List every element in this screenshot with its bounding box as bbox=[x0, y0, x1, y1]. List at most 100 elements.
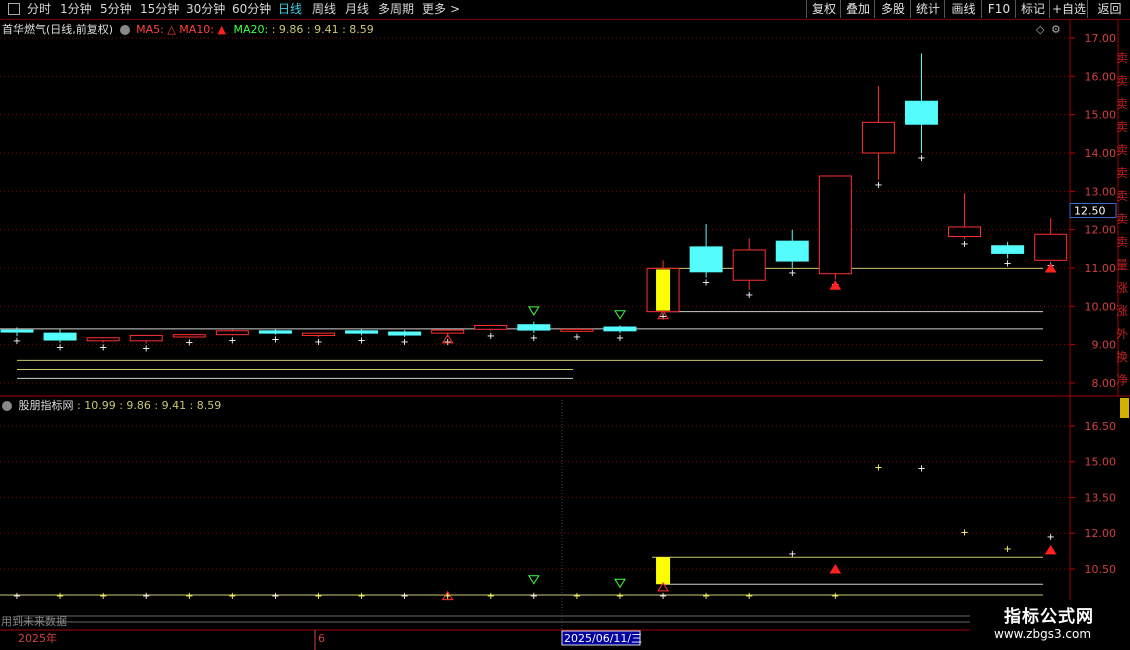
sub-signal-cross: + bbox=[185, 591, 193, 602]
sub-signal-cross: + bbox=[831, 591, 839, 602]
watermark-title: 指标公式网 bbox=[1004, 607, 1094, 627]
signal-cross: + bbox=[487, 331, 495, 342]
stock-title: 首华燃气(日线,前复权) bbox=[2, 23, 114, 36]
candle-body[interactable] bbox=[215, 330, 249, 336]
order-book-char: 卖 bbox=[1116, 74, 1128, 88]
sub-highlight-bar bbox=[656, 557, 671, 585]
sub-y-tick-label: 15.00 bbox=[1085, 456, 1117, 469]
toolbar-button-1[interactable]: 叠加 bbox=[840, 0, 875, 18]
sub-signal-cross: + bbox=[99, 591, 107, 602]
order-book-char: 卖 bbox=[1116, 120, 1128, 134]
candle-body[interactable] bbox=[818, 175, 852, 275]
candle-body[interactable] bbox=[689, 246, 723, 273]
settings-icon[interactable] bbox=[119, 25, 130, 35]
y-tick-label: 9.00 bbox=[1092, 339, 1117, 352]
indicator-values: : 10.99 : 9.86 : 9.41 : 8.59 bbox=[77, 399, 222, 412]
y-tick-label: 16.00 bbox=[1085, 70, 1117, 83]
signal-cross: + bbox=[745, 290, 753, 301]
signal-cross: + bbox=[530, 333, 538, 344]
candle-body[interactable] bbox=[861, 121, 895, 154]
candle-body[interactable] bbox=[517, 324, 551, 331]
toolbar-button-8[interactable]: 返回 bbox=[1087, 0, 1130, 18]
more-arrow-icon[interactable]: > bbox=[450, 1, 460, 18]
gear-icon[interactable]: ⚙ bbox=[1051, 23, 1061, 36]
toolbar-button-7[interactable]: +自选 bbox=[1049, 0, 1088, 18]
candle-body[interactable] bbox=[904, 100, 938, 125]
signal-cross: + bbox=[314, 337, 322, 348]
sub-signal-cross: + bbox=[874, 463, 882, 474]
sub-signal-cross: + bbox=[400, 591, 408, 602]
sub-settings-icon[interactable] bbox=[2, 401, 12, 411]
candle-body[interactable] bbox=[603, 326, 637, 332]
period-tab-2[interactable]: 5分钟 bbox=[100, 1, 132, 18]
order-book-char: 卖 bbox=[1116, 212, 1128, 226]
period-tab-5[interactable]: 60分钟 bbox=[232, 1, 271, 18]
candle-body[interactable] bbox=[129, 334, 163, 342]
sub-signal-cross: + bbox=[917, 464, 925, 475]
toolbar-button-3[interactable]: 统计 bbox=[910, 0, 945, 18]
sub-signal-cross: + bbox=[271, 591, 279, 602]
candle-body[interactable] bbox=[345, 330, 379, 334]
ma-values: : 9.86 : 9.41 : 8.59 bbox=[271, 23, 374, 36]
period-tab-10[interactable]: 更多 bbox=[422, 1, 446, 18]
sub-signal-cross: + bbox=[1046, 532, 1054, 543]
buy-signal-icon bbox=[614, 310, 626, 320]
diamond-icon[interactable]: ◇ bbox=[1036, 23, 1044, 36]
candle-body[interactable] bbox=[86, 337, 120, 342]
period-tab-4[interactable]: 30分钟 bbox=[186, 1, 225, 18]
signal-cross: + bbox=[56, 343, 64, 354]
sub-signal-cross: + bbox=[142, 591, 150, 602]
candle-body[interactable] bbox=[775, 240, 809, 262]
order-book-char: 卖 bbox=[1116, 143, 1128, 157]
sub-strip-marker bbox=[1120, 398, 1129, 418]
toolbar-button-0[interactable]: 复权 bbox=[806, 0, 841, 18]
sub-signal-cross: + bbox=[960, 528, 968, 539]
period-tab-1[interactable]: 1分钟 bbox=[60, 1, 92, 18]
period-tab-8[interactable]: 月线 bbox=[345, 1, 369, 18]
candle-body[interactable] bbox=[258, 330, 292, 334]
candle-body[interactable] bbox=[1034, 233, 1068, 261]
signal-cross: + bbox=[874, 180, 882, 191]
toolbar-button-4[interactable]: 画线 bbox=[944, 0, 982, 18]
candle-body[interactable] bbox=[301, 332, 335, 336]
period-tab-6[interactable]: 日线 bbox=[278, 1, 302, 18]
candle-body[interactable] bbox=[0, 329, 34, 333]
order-book-char: 卖 bbox=[1116, 166, 1128, 180]
sub-title-bar: 股朋指标网 : 10.99 : 9.86 : 9.41 : 8.59 bbox=[2, 398, 221, 414]
sub-signal-cross: + bbox=[659, 591, 667, 602]
chart-area[interactable]: 17.00 16.00 15.00 14.00 13.00 12.00 11.00 10.00… bbox=[0, 20, 1130, 650]
ma5-label: MA5: bbox=[136, 23, 164, 36]
candle-body[interactable] bbox=[172, 334, 206, 338]
candle-body[interactable] bbox=[431, 329, 465, 334]
sub-y-tick-label: 13.50 bbox=[1085, 491, 1117, 504]
toolbar-button-2[interactable]: 多股 bbox=[874, 0, 911, 18]
period-tab-7[interactable]: 周线 bbox=[312, 1, 336, 18]
order-book-char: 涨 bbox=[1116, 303, 1128, 318]
window-toggle-icon[interactable] bbox=[8, 3, 20, 15]
order-book-char: 净 bbox=[1116, 373, 1128, 387]
period-tab-0[interactable]: 分时 bbox=[27, 1, 51, 18]
sub-signal-cross: + bbox=[573, 591, 581, 602]
candle-body[interactable] bbox=[732, 249, 766, 281]
month-label: 6 bbox=[318, 632, 325, 645]
signal-cross: + bbox=[616, 333, 624, 344]
toolbar-button-6[interactable]: 标记 bbox=[1015, 0, 1050, 18]
signal-cross: + bbox=[99, 343, 107, 354]
sub-signal-cross: + bbox=[788, 549, 796, 560]
sub-signal-cross: + bbox=[616, 591, 624, 602]
sub-buy-signal-icon bbox=[527, 575, 540, 585]
period-tab-9[interactable]: 多周期 bbox=[378, 1, 414, 18]
candle-body[interactable] bbox=[388, 331, 422, 336]
candle-body[interactable] bbox=[991, 245, 1025, 254]
sub-signal-cross: + bbox=[56, 591, 64, 602]
period-tab-3[interactable]: 15分钟 bbox=[140, 1, 179, 18]
y-tick-label: 13.00 bbox=[1085, 185, 1117, 198]
order-book-char: 换 bbox=[1116, 350, 1128, 364]
candle-body[interactable] bbox=[948, 226, 982, 238]
toolbar: 分时 1分钟 5分钟 15分钟 30分钟 60分钟 日线 周线 月线 多周期 更多 > 复权 叠加 多股 统计… bbox=[0, 0, 1130, 20]
order-book-char: 外 bbox=[1116, 327, 1128, 341]
candle-body[interactable] bbox=[43, 332, 77, 341]
candle-body[interactable] bbox=[474, 324, 508, 330]
signal-cross: + bbox=[1003, 258, 1011, 269]
toolbar-button-5[interactable]: F10 bbox=[981, 0, 1016, 18]
